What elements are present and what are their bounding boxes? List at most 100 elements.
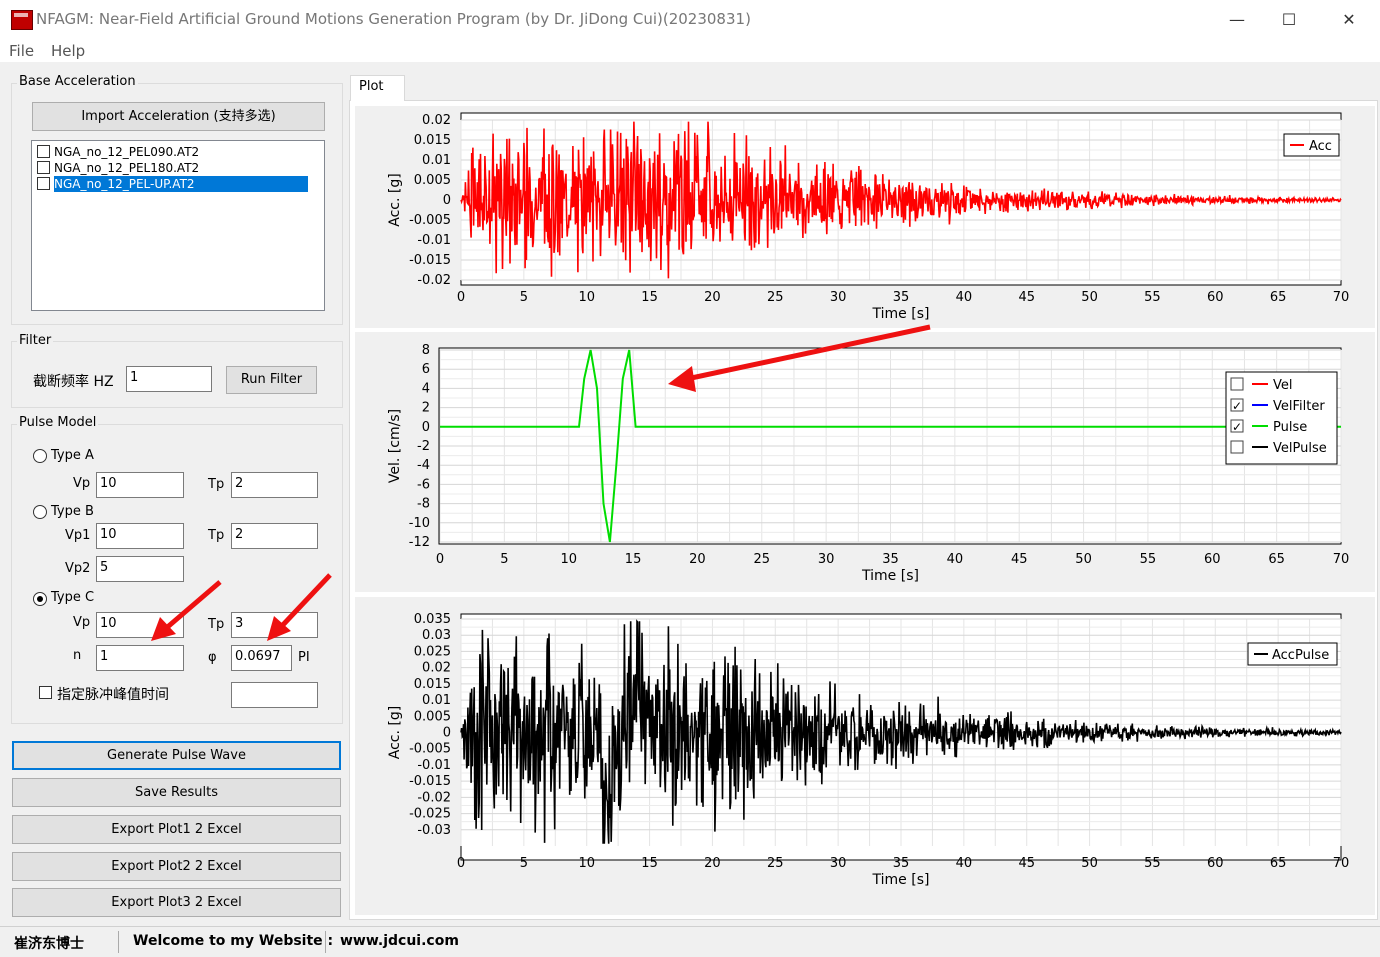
x-tick-label: 35 <box>893 290 910 305</box>
legend-label: Acc <box>1309 139 1332 154</box>
import-acceleration-button[interactable]: Import Acceleration (支持多选) <box>32 102 325 131</box>
y-tick-label: -4 <box>417 458 430 473</box>
x-tick-label: 15 <box>625 552 642 567</box>
type-a-vp-label: Vp <box>73 476 91 491</box>
menu-help[interactable]: Help <box>51 42 85 60</box>
x-tick-label: 55 <box>1144 856 1161 871</box>
x-tick-label: 50 <box>1075 552 1092 567</box>
x-tick-label: 30 <box>830 856 847 871</box>
menu-bar: File Help <box>0 40 1380 62</box>
file-name: NGA_no_12_PEL-UP.AT2 <box>54 176 308 192</box>
x-tick-label: 50 <box>1081 856 1098 871</box>
peak-time-checkbox[interactable] <box>39 686 52 699</box>
type-a-radio[interactable] <box>33 449 47 463</box>
acceleration-file-list[interactable]: NGA_no_12_PEL090.AT2 NGA_no_12_PEL180.AT… <box>31 140 325 311</box>
legend-label: VelPulse <box>1273 441 1327 456</box>
type-c-tp-input[interactable]: 3 <box>231 612 318 638</box>
y-tick-label: -0.01 <box>417 233 451 248</box>
x-tick-label: 35 <box>882 552 899 567</box>
x-tick-label: 10 <box>578 856 595 871</box>
type-b-vp2-input[interactable]: 5 <box>96 556 184 582</box>
list-item-selected[interactable]: NGA_no_12_PEL-UP.AT2 <box>35 176 323 192</box>
status-website-link[interactable]: www.jdcui.com <box>340 933 459 949</box>
legend-checkbox[interactable] <box>1230 377 1244 391</box>
legend-label: AccPulse <box>1272 648 1329 663</box>
type-c-n-input[interactable]: 1 <box>96 645 184 671</box>
maximize-button[interactable]: ☐ <box>1266 6 1312 34</box>
y-tick-label: 0.02 <box>422 661 451 676</box>
x-tick-label: 40 <box>956 290 973 305</box>
base-acceleration-label: Base Acceleration <box>17 74 138 89</box>
x-tick-label: 55 <box>1144 290 1161 305</box>
export-plot3-button[interactable]: Export Plot3 2 Excel <box>12 888 341 917</box>
y-tick-label: 0.035 <box>414 612 451 627</box>
window-title: NFAGM: Near-Field Artificial Ground Moti… <box>36 10 751 28</box>
x-tick-label: 30 <box>830 290 847 305</box>
type-c-phi-label: φ <box>208 650 217 665</box>
x-tick-label: 15 <box>641 856 658 871</box>
type-c-radio[interactable] <box>33 592 47 606</box>
export-plot2-button[interactable]: Export Plot2 2 Excel <box>12 852 341 881</box>
close-button[interactable]: ✕ <box>1326 6 1372 34</box>
type-b-radio[interactable] <box>33 505 47 519</box>
type-b-vp1-input[interactable]: 10 <box>96 523 184 549</box>
y-tick-label: 0.015 <box>414 133 451 148</box>
status-author: 崔济东博士 <box>14 936 84 952</box>
velocity-chart: 86420-2-4-6-8-10-120 5 10 15 20 25 30 35 40 45 50 5… <box>355 332 1375 592</box>
x-tick-label: 10 <box>560 552 577 567</box>
filter-label: Filter <box>17 333 54 348</box>
file-checkbox[interactable] <box>37 177 50 190</box>
x-tick-label: 45 <box>1018 856 1035 871</box>
type-c-vp-input[interactable]: 10 <box>96 612 184 638</box>
x-tick-label: 70 <box>1333 856 1350 871</box>
save-results-button[interactable]: Save Results <box>12 778 341 807</box>
type-c-n-label: n <box>73 648 82 663</box>
y-axis-label: Vel. [cm/s] <box>387 409 403 483</box>
y-tick-label: -0.005 <box>409 742 451 757</box>
y-tick-label: -0.02 <box>417 273 451 288</box>
status-separator <box>118 931 119 953</box>
peak-time-input[interactable] <box>231 682 318 708</box>
type-b-tp-input[interactable]: 2 <box>231 523 318 549</box>
y-tick-label: -10 <box>409 516 430 531</box>
x-tick-label: 20 <box>704 290 721 305</box>
legend-checkbox[interactable] <box>1230 440 1244 454</box>
generate-pulse-wave-button[interactable]: Generate Pulse Wave <box>12 741 341 770</box>
tab-plot[interactable]: Plot <box>350 75 405 101</box>
type-c-phi-input[interactable]: 0.0697 <box>231 645 292 671</box>
y-tick-label: -0.03 <box>417 823 451 838</box>
app-icon <box>11 10 33 30</box>
x-tick-label: 5 <box>500 552 508 567</box>
type-a-vp-input[interactable]: 10 <box>96 472 184 498</box>
status-bar: 崔济东博士 Welcome to my Website : www.jdcui.… <box>0 926 1380 957</box>
list-item[interactable]: NGA_no_12_PEL180.AT2 <box>35 160 323 176</box>
type-b-vp2-label: Vp2 <box>65 561 91 576</box>
export-plot1-button[interactable]: Export Plot1 2 Excel <box>12 815 341 844</box>
y-tick-label: 0.02 <box>422 113 451 128</box>
y-tick-label: 8 <box>422 343 430 358</box>
acceleration-chart: 0.02 0.015 0.01 0.005 0 -0.005 -0.01 -0.015 -0.0… <box>355 106 1375 328</box>
type-a-tp-label: Tp <box>208 477 225 492</box>
y-tick-label: -0.02 <box>417 790 451 805</box>
minimize-button[interactable]: — <box>1214 6 1260 34</box>
x-tick-label: 50 <box>1081 290 1098 305</box>
type-a-tp-input[interactable]: 2 <box>231 472 318 498</box>
x-tick-label: 70 <box>1333 552 1350 567</box>
y-tick-label: -6 <box>417 477 430 492</box>
cutoff-frequency-input[interactable]: 1 <box>126 366 212 392</box>
x-axis-label: Time [s] <box>861 568 919 584</box>
x-tick-label: 40 <box>947 552 964 567</box>
file-checkbox[interactable] <box>37 161 50 174</box>
y-tick-label: 0.03 <box>422 628 451 643</box>
y-axis-label: Acc. [g] <box>387 706 403 759</box>
x-tick-label: 60 <box>1207 290 1224 305</box>
x-tick-label: 60 <box>1207 856 1224 871</box>
x-tick-label: 30 <box>818 552 835 567</box>
menu-file[interactable]: File <box>9 42 34 60</box>
list-item[interactable]: NGA_no_12_PEL090.AT2 <box>35 144 323 160</box>
file-checkbox[interactable] <box>37 145 50 158</box>
type-c-tp-label: Tp <box>208 617 225 632</box>
run-filter-button[interactable]: Run Filter <box>226 366 317 394</box>
x-tick-label: 0 <box>457 856 465 871</box>
y-axis-label: Acc. [g] <box>387 173 403 226</box>
